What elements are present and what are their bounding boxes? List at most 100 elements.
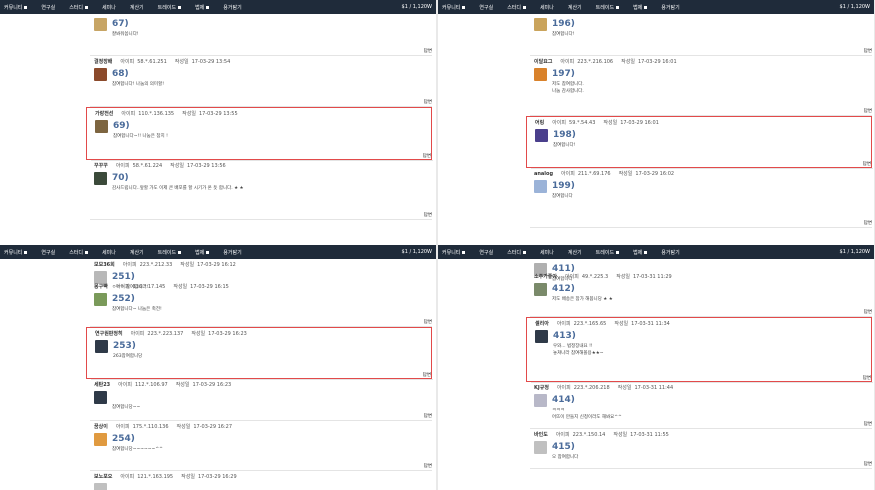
- nav-item[interactable]: 세미나: [102, 4, 116, 11]
- ip-label: 아이피: [556, 321, 571, 327]
- nav-item-label: 커뮤니티: [442, 4, 461, 11]
- nav-item[interactable]: 용거탐기: [223, 4, 241, 11]
- reply-button[interactable]: 답변: [424, 463, 432, 469]
- author-nickname[interactable]: 셀리아: [535, 320, 549, 327]
- ip-label: 아이피: [115, 424, 130, 430]
- comment-body: 263참여합니당: [113, 353, 142, 360]
- nav-item-label: 법제: [195, 4, 205, 11]
- author-nickname[interactable]: 모모36회: [94, 261, 115, 268]
- nav-item[interactable]: 트레이드: [596, 249, 620, 256]
- nav-item[interactable]: 연구실: [479, 249, 493, 256]
- comment-item: 모모36회 아이피 223.*.212.33 작성일 17-03-29 16:12 251…: [86, 259, 432, 290]
- reply-button[interactable]: 답변: [864, 108, 872, 114]
- author-nickname[interactable]: 연구원판정히: [95, 330, 123, 337]
- nav-item[interactable]: 스터디: [507, 249, 527, 256]
- reply-button[interactable]: 답변: [864, 309, 872, 315]
- nav-item-label: 용거탐기: [661, 4, 680, 11]
- comment-item: 결정장배 아이피 58.*.61.251 작성일 17-03-29 13:54 68) 참여…: [86, 56, 432, 107]
- nav-item[interactable]: 용거탐기: [223, 249, 241, 256]
- nav-item[interactable]: 세미나: [540, 4, 554, 11]
- comment-meta: 꿈상이 아이피 175.*.110.136 작성일 17-03-29 16:27: [94, 423, 240, 431]
- nav-item[interactable]: 계산기: [568, 4, 582, 11]
- nav-item[interactable]: 연구실: [41, 249, 55, 256]
- author-nickname[interactable]: 꾸꾸꾸: [94, 162, 108, 169]
- comment-body: 참여합니다~ 나눔은 축전!: [112, 306, 162, 313]
- nav-item[interactable]: 법제: [195, 249, 210, 256]
- nav-item[interactable]: 스터디: [507, 4, 527, 11]
- nav-item-label: 법제: [633, 4, 643, 11]
- comment-text-line: 참여합니다!: [552, 32, 575, 37]
- nav-item[interactable]: 용거탐기: [661, 4, 679, 11]
- nav-item[interactable]: 커뮤니티: [442, 4, 466, 11]
- comment-item: 이달요그 아이피 223.*.216.106 작성일 17-03-29 16:01 197…: [526, 56, 872, 116]
- author-nickname[interactable]: 어링: [535, 119, 544, 126]
- reply-button[interactable]: 답변: [424, 319, 432, 325]
- post-date: 17-03-29 16:01: [637, 58, 677, 65]
- author-nickname[interactable]: 소주가좋아: [534, 273, 557, 280]
- nav-item[interactable]: 법제: [195, 4, 210, 11]
- comment-meta: 소주가좋아 아이피 49.*.225.3 작성일 17-03-31 11:29: [534, 273, 680, 281]
- nav-item-label: 커뮤니티: [442, 249, 461, 256]
- nav-item[interactable]: 스터디: [69, 4, 89, 11]
- comment-text-line: 참여합니다: [552, 194, 573, 199]
- author-nickname[interactable]: KJ규정: [534, 384, 549, 391]
- nav-item[interactable]: 법제: [633, 4, 648, 11]
- nav-item[interactable]: 계산기: [568, 249, 582, 256]
- nav-item[interactable]: 트레이드: [596, 4, 620, 11]
- author-nickname[interactable]: 꿈상이: [94, 423, 108, 430]
- nav-item[interactable]: 세미나: [540, 249, 554, 256]
- ip-label: 아이피: [130, 331, 145, 337]
- nav-item[interactable]: 연구실: [479, 4, 493, 11]
- comment-body: 우와... 법정장내요 !! 놓쳐나라 참여해볼용★★~: [553, 343, 604, 357]
- author-nickname[interactable]: 세탄23: [94, 381, 110, 388]
- nav-item[interactable]: 커뮤니티: [442, 249, 466, 256]
- nav-item[interactable]: 계산기: [130, 4, 144, 11]
- comment-number: 254): [112, 434, 135, 444]
- post-date: 17-03-29 13:54: [191, 58, 231, 65]
- nav-item[interactable]: 연구실: [41, 4, 55, 11]
- nav-item[interactable]: 커뮤니티: [4, 249, 28, 256]
- author-nickname[interactable]: 바인도: [534, 431, 548, 438]
- reply-button[interactable]: 답변: [423, 372, 431, 378]
- reply-button[interactable]: 답변: [423, 153, 431, 159]
- avatar: [535, 129, 548, 142]
- nav-item[interactable]: 세미나: [102, 249, 116, 256]
- ip-address: 211.*.69.176: [577, 170, 611, 177]
- avatar: [94, 483, 107, 490]
- reply-button[interactable]: 답변: [863, 375, 871, 381]
- reply-button[interactable]: 답변: [864, 421, 872, 427]
- dropdown-icon: [616, 5, 620, 9]
- reply-button[interactable]: 답변: [863, 161, 871, 167]
- nav-item[interactable]: 트레이드: [158, 249, 182, 256]
- author-nickname[interactable]: 결정장배: [94, 58, 112, 65]
- comment-body: 참여합니당~~: [112, 404, 140, 411]
- author-nickname[interactable]: 이달요그: [534, 58, 552, 65]
- comment-text-line: 참여합니다~!! 나눔은 참치 !: [113, 134, 168, 139]
- author-nickname[interactable]: 가랑전선: [95, 110, 113, 117]
- comment-body: ㅋㅋㅋ 어뜨이 만들지 신청이라도 해봐요^^: [552, 407, 622, 421]
- reply-button[interactable]: 답변: [864, 220, 872, 226]
- author-nickname[interactable]: analog: [534, 171, 553, 177]
- nav-item[interactable]: 법제: [633, 249, 648, 256]
- ip-label: 아이피: [556, 385, 571, 391]
- nav-item[interactable]: 스터디: [69, 249, 89, 256]
- date-label: 작성일: [173, 284, 188, 290]
- nav-item-label: 계산기: [129, 4, 144, 11]
- post-date: 17-03-31 11:34: [631, 320, 670, 327]
- nav-item[interactable]: 트레이드: [158, 4, 182, 11]
- top-navigation-bar: 커뮤니티 연구실 스터디 세미나 계산기 트레이드 법제 용거탐기 $1 / 1,120W: [438, 0, 874, 14]
- comment-number: 68): [112, 69, 129, 79]
- nav-item[interactable]: 계산기: [130, 249, 144, 256]
- nav-item[interactable]: 커뮤니티: [4, 4, 28, 11]
- comment-body: 참여합니다~!! 나눔은 참치 !: [113, 133, 168, 140]
- nav-item[interactable]: 용거탐기: [661, 249, 679, 256]
- reply-button[interactable]: 답변: [424, 212, 432, 218]
- reply-button[interactable]: 답변: [864, 461, 872, 467]
- reply-button[interactable]: 답변: [424, 48, 432, 54]
- reply-button[interactable]: 답변: [864, 48, 872, 54]
- avatar: [94, 293, 107, 306]
- author-nickname[interactable]: 보노포오: [94, 473, 112, 480]
- author-nickname[interactable]: 몽구빡: [94, 283, 108, 290]
- reply-button[interactable]: 답변: [424, 413, 432, 419]
- reply-button[interactable]: 답변: [424, 99, 432, 105]
